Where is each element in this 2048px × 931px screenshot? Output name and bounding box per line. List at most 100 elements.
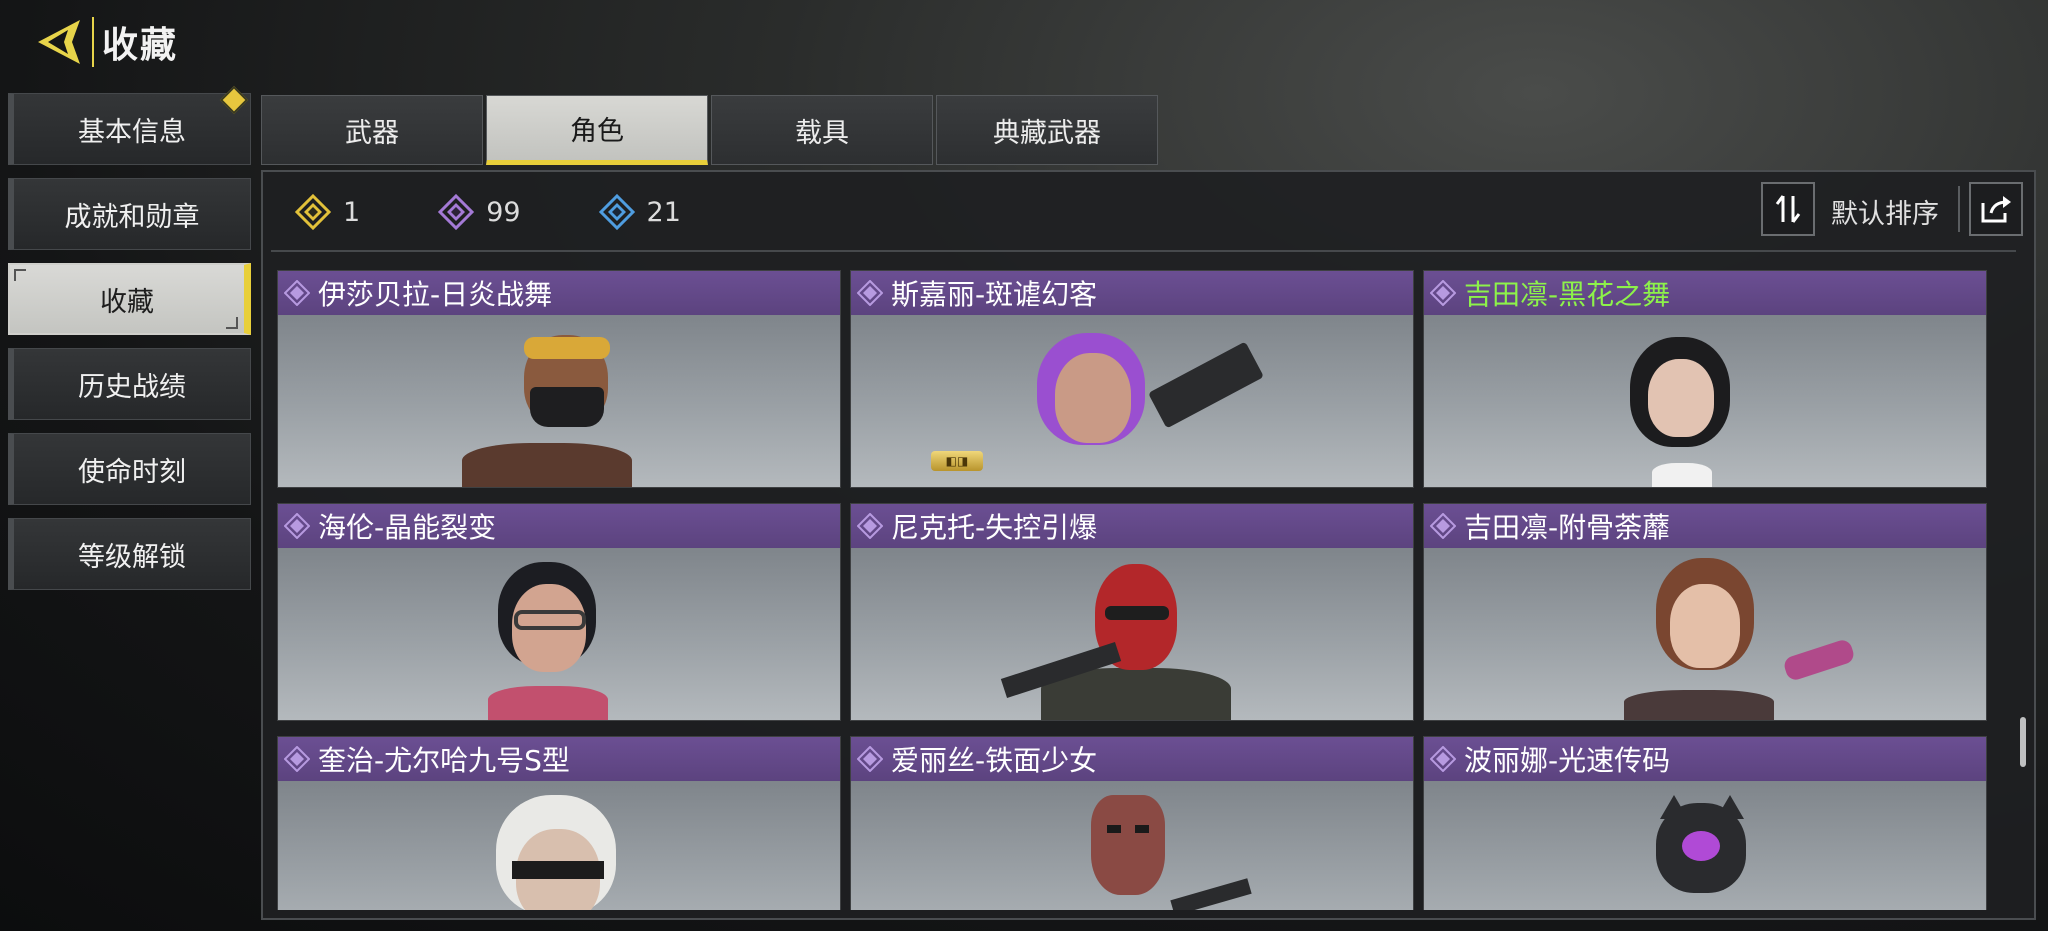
character-card[interactable]: 奎治-尤尔哈九号S型 <box>277 736 841 910</box>
rarity-counters: 1 99 21 <box>295 194 681 230</box>
character-name: 奎治-尤尔哈九号S型 <box>318 744 570 777</box>
character-card[interactable]: 爱丽丝-铁面少女 <box>850 736 1414 910</box>
category-tabs: 武器 角色 载具 典藏武器 <box>261 95 1158 165</box>
panel-divider <box>271 250 2016 252</box>
card-header: 海伦-晶能裂变 <box>278 504 840 548</box>
head <box>1648 359 1714 437</box>
tab-vehicles[interactable]: 载具 <box>711 95 933 165</box>
sidebar-item-label: 历史战绩 <box>78 371 186 403</box>
epic-rarity-icon <box>1430 513 1456 539</box>
collection-panel: 1 99 21 默认排序 伊莎贝拉-日炎战舞 斯嘉丽-斑谑幻客 ◧◨ 吉田凛-黑… <box>261 170 2036 920</box>
character-name: 斯嘉丽-斑谑幻客 <box>891 278 1098 311</box>
character-card[interactable]: 尼克托-失控引爆 <box>850 503 1414 721</box>
card-header: 伊莎贝拉-日炎战舞 <box>278 271 840 315</box>
helmet-ear-right <box>1716 795 1744 819</box>
header-divider <box>92 17 94 67</box>
sidebar: 基本信息 成就和勋章 收藏 历史战绩 使命时刻 等级解锁 <box>8 85 251 603</box>
sidebar-item-mission-moments[interactable]: 使命时刻 <box>8 433 251 505</box>
rare-counter: 21 <box>598 194 681 230</box>
epic-diamond-icon <box>438 194 475 230</box>
headband <box>524 337 610 359</box>
torso <box>1624 690 1774 720</box>
sidebar-item-label: 等级解锁 <box>78 541 186 573</box>
sidebar-item-basic-info[interactable]: 基本信息 <box>8 85 251 165</box>
epic-rarity-icon <box>857 746 883 772</box>
character-name: 海伦-晶能裂变 <box>318 511 497 544</box>
legendary-counter: 1 <box>295 194 360 230</box>
grid-scrollbar[interactable] <box>2020 717 2026 767</box>
sort-toggle-button[interactable] <box>1761 182 1815 236</box>
sidebar-item-label: 收藏 <box>100 286 154 318</box>
epic-rarity-icon <box>284 280 310 306</box>
character-card[interactable]: 波丽娜-光速传码 <box>1423 736 1987 910</box>
sort-label[interactable]: 默认排序 <box>1831 192 1939 231</box>
character-card[interactable]: 海伦-晶能裂变 <box>277 503 841 721</box>
sort-divider <box>1958 186 1960 232</box>
head <box>1055 353 1131 443</box>
sidebar-item-label: 成就和勋章 <box>64 201 200 233</box>
card-header: 吉田凛-黑花之舞 <box>1424 271 1986 315</box>
sidebar-item-level-unlocks[interactable]: 等级解锁 <box>8 518 251 590</box>
character-portrait <box>851 548 1413 720</box>
character-portrait: ◧◨ <box>851 315 1413 487</box>
character-name: 吉田凛-黑花之舞 <box>1464 278 1671 311</box>
card-header: 吉田凛-附骨荼蘼 <box>1424 504 1986 548</box>
card-header: 尼克托-失控引爆 <box>851 504 1413 548</box>
torso <box>462 443 632 487</box>
header: 收藏 <box>30 14 178 70</box>
sidebar-item-label: 使命时刻 <box>78 456 186 488</box>
iron-mask <box>1091 795 1165 895</box>
tab-characters[interactable]: 角色 <box>486 95 708 165</box>
epic-rarity-icon <box>1430 746 1456 772</box>
visor <box>1682 831 1720 861</box>
new-badge-icon <box>219 85 249 115</box>
tab-collector-weapons[interactable]: 典藏武器 <box>936 95 1158 165</box>
epic-rarity-icon <box>284 746 310 772</box>
card-header: 奎治-尤尔哈九号S型 <box>278 737 840 781</box>
visor <box>1105 606 1169 620</box>
epic-rarity-icon <box>1430 280 1456 306</box>
mask-eye-right <box>1135 825 1149 833</box>
rare-count: 21 <box>646 196 681 228</box>
epic-rarity-icon <box>857 280 883 306</box>
character-name: 尼克托-失控引爆 <box>891 511 1098 544</box>
mask-eye-left <box>1107 825 1121 833</box>
epic-rarity-icon <box>857 513 883 539</box>
character-name: 波丽娜-光速传码 <box>1464 744 1671 777</box>
sidebar-item-history[interactable]: 历史战绩 <box>8 348 251 420</box>
character-portrait <box>851 781 1413 910</box>
sidebar-item-collection[interactable]: 收藏 <box>8 263 251 335</box>
card-header: 斯嘉丽-斑谑幻客 <box>851 271 1413 315</box>
character-portrait <box>278 548 840 720</box>
weapon <box>1148 341 1264 429</box>
sidebar-item-achievements[interactable]: 成就和勋章 <box>8 178 251 250</box>
character-card[interactable]: 吉田凛-附骨荼蘼 <box>1423 503 1987 721</box>
mask <box>530 387 604 427</box>
share-icon <box>1981 196 2011 223</box>
share-button[interactable] <box>1969 182 2023 236</box>
character-portrait <box>278 315 840 487</box>
helmet-ear-left <box>1660 795 1688 819</box>
character-grid: 伊莎贝拉-日炎战舞 斯嘉丽-斑谑幻客 ◧◨ 吉田凛-黑花之舞 海伦-晶能裂变 尼… <box>277 270 1995 910</box>
character-card[interactable]: 斯嘉丽-斑谑幻客 ◧◨ <box>850 270 1414 488</box>
sort-arrows-icon <box>1775 195 1801 223</box>
gold-tag-icon: ◧◨ <box>931 451 983 471</box>
legendary-diamond-icon <box>295 194 331 230</box>
head <box>1670 584 1740 668</box>
blindfold <box>512 861 604 879</box>
tab-weapons[interactable]: 武器 <box>261 95 483 165</box>
card-header: 爱丽丝-铁面少女 <box>851 737 1413 781</box>
character-portrait <box>1424 315 1986 487</box>
character-name: 爱丽丝-铁面少女 <box>891 744 1098 777</box>
legendary-count: 1 <box>343 196 361 228</box>
glasses <box>514 610 586 630</box>
epic-counter: 99 <box>438 194 521 230</box>
accessory <box>1782 637 1856 683</box>
collar <box>1652 463 1712 487</box>
page-title: 收藏 <box>102 25 179 66</box>
epic-count: 99 <box>486 196 521 228</box>
back-button[interactable] <box>30 14 88 70</box>
character-card[interactable]: 吉田凛-黑花之舞 <box>1423 270 1987 488</box>
character-card[interactable]: 伊莎贝拉-日炎战舞 <box>277 270 841 488</box>
character-name: 吉田凛-附骨荼蘼 <box>1464 511 1671 544</box>
